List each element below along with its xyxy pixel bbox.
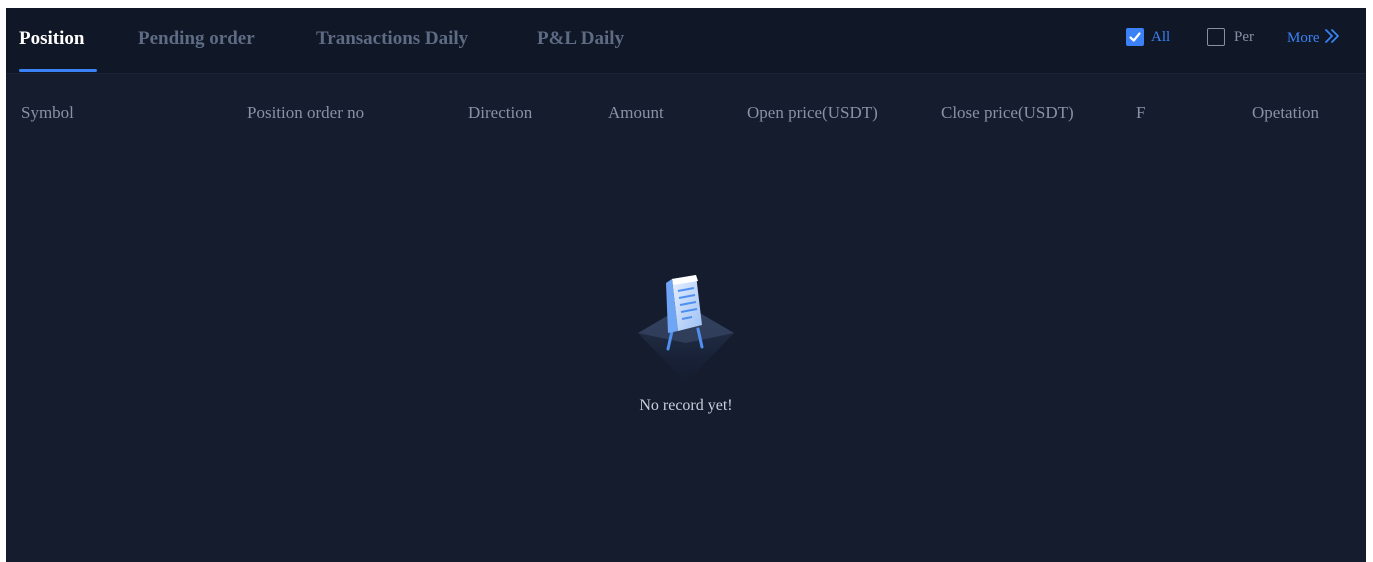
column-header-open-price: Open price(USDT) [747,103,878,122]
tab-position[interactable]: Position [19,27,84,55]
all-label[interactable]: All [1151,28,1170,46]
column-header-operation: Opetation [1252,103,1320,122]
per-checkbox[interactable] [1207,28,1225,46]
tab-pl-daily[interactable]: P&L Daily [537,27,624,55]
column-header-amount: Amount [608,103,664,122]
tab-bar: Position Pending order Transactions Dail… [6,8,1366,74]
double-chevron-right-icon [1325,29,1340,43]
per-label[interactable]: Per [1234,28,1254,46]
empty-state-message: No record yet! [639,397,733,414]
clipboard-document-icon [638,275,734,383]
all-checkbox[interactable] [1126,28,1144,46]
more-link[interactable]: More [1287,28,1341,47]
checkmark-icon [1129,32,1141,42]
column-header-close-price: Close price(USDT) [941,103,1074,122]
active-tab-indicator [19,69,97,72]
tab-divider [6,73,1366,74]
empty-state: No record yet! [586,273,786,423]
column-header-position-order-no: Position order no [247,103,365,122]
more-label: More [1287,30,1320,46]
column-header-symbol: Symbol [21,103,74,122]
position-panel: Position Pending order Transactions Dail… [6,8,1366,562]
tab-transactions-daily[interactable]: Transactions Daily [316,27,468,55]
column-header-f: F [1136,103,1146,122]
tab-pending-order[interactable]: Pending order [138,27,255,55]
column-header-direction: Direction [468,103,533,122]
